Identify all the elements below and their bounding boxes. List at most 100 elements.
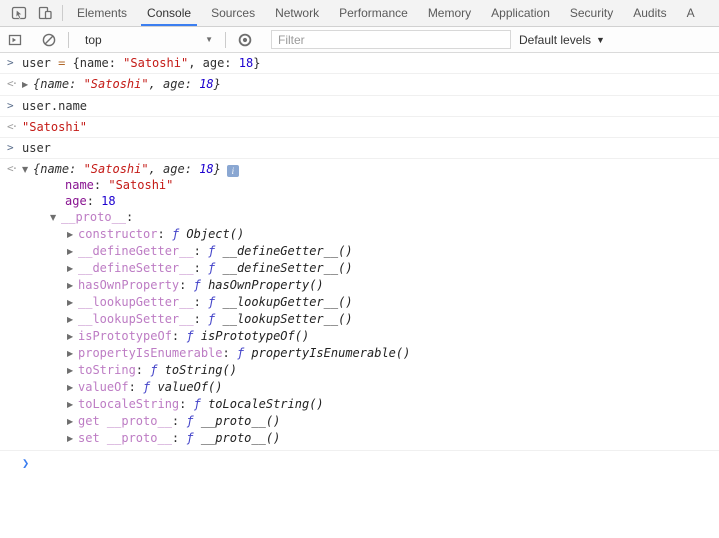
console-token: : [223,346,237,360]
toolbar-separator [68,32,69,48]
toolbar-separator [225,32,226,48]
chevron-down-icon: ▼ [596,35,605,45]
console-token: __defineGetter__() [223,244,353,258]
console-token: : [94,178,108,192]
filter-input[interactable] [271,30,511,49]
console-result-entry: <· ▼{name: "Satoshi", age: 18}iname: "Sat… [0,159,719,451]
console-token: , age: [188,56,239,70]
console-token: "Satoshi" [84,162,149,176]
tab-sources[interactable]: Sources [201,0,265,26]
console-token: : [194,244,208,258]
live-expression-eye-icon[interactable] [232,28,258,52]
property-row: ▶constructor: ƒ Object() [22,226,711,243]
disclosure-triangle-icon[interactable]: ▶ [67,346,76,362]
console-token: name [65,178,94,192]
expanded-object-header: ▼{name: "Satoshi", age: 18}i [22,162,711,177]
console-token: __proto__ [61,210,126,224]
disclosure-triangle-icon[interactable]: ▶ [67,397,76,413]
console-token: : [126,210,133,224]
object-preview: "Satoshi" [22,120,87,134]
console-token: propertyIsEnumerable [78,346,223,360]
console-token: __lookupGetter__() [223,295,353,309]
console-toolbar: top ▼ Default levels ▼ [0,27,719,53]
tab-elements[interactable]: Elements [67,0,137,26]
disclosure-triangle-icon[interactable]: ▶ [67,312,76,328]
console-token: ƒ [194,397,208,411]
console-token: : [87,194,101,208]
input-chevron-icon: > [7,99,14,113]
console-token: 18 [199,162,213,176]
console-token: Object() [186,227,244,241]
disclosure-triangle-icon[interactable]: ▶ [67,329,76,345]
property-row: ▶hasOwnProperty: ƒ hasOwnProperty() [22,277,711,294]
result-chevron-icon: <· [7,77,16,91]
context-selector[interactable]: top ▼ [79,33,219,47]
console-token: hasOwnProperty [78,278,179,292]
clear-console-icon[interactable] [36,28,62,52]
disclosure-triangle-icon[interactable]: ▶ [67,295,76,311]
console-token: ƒ [186,414,200,428]
tab-application[interactable]: Application [481,0,560,26]
disclosure-triangle-icon[interactable]: ▶ [67,261,76,277]
console-token: __lookupSetter__ [78,312,194,326]
console-token: user [22,141,51,155]
property-row: name: "Satoshi" [22,177,711,193]
tab-memory[interactable]: Memory [418,0,481,26]
console-token: {name: [33,162,84,176]
console-sidebar-icon[interactable] [2,28,28,52]
tab-security[interactable]: Security [560,0,623,26]
input-chevron-icon: > [7,141,14,155]
console-prompt[interactable]: ❯ [0,451,719,475]
disclosure-triangle-icon[interactable]: ▶ [22,78,31,92]
devtools-tabbar: ElementsConsoleSourcesNetworkPerformance… [0,0,719,27]
prompt-chevron-icon: ❯ [22,456,29,470]
log-levels-dropdown[interactable]: Default levels ▼ [519,33,605,47]
inspect-icon[interactable] [6,1,32,25]
disclosure-triangle-icon[interactable]: ▶ [67,431,76,447]
console-token: propertyIsEnumerable() [251,346,410,360]
console-token: ƒ [208,244,222,258]
disclosure-triangle-icon[interactable]: ▶ [67,244,76,260]
disclosure-triangle-icon[interactable]: ▼ [50,210,59,226]
property-row: ▶set __proto__: ƒ __proto__() [22,430,711,447]
console-token: __defineSetter__ [78,261,194,275]
console-input-entry: >user = {name: "Satoshi", age: 18} [0,53,719,74]
property-row: ▶__lookupGetter__: ƒ __lookupGetter__() [22,294,711,311]
disclosure-triangle-icon[interactable]: ▶ [67,278,76,294]
console-token: hasOwnProperty() [208,278,324,292]
console-token: {name: [65,56,123,70]
console-token: __lookupGetter__ [78,295,194,309]
console-token: toLocaleString [78,397,179,411]
console-token: {name: [33,77,84,91]
console-token: ƒ [208,312,222,326]
tabbar-separator [62,5,63,21]
console-token: valueOf [78,380,129,394]
tabs-strip: ElementsConsoleSourcesNetworkPerformance… [67,0,719,26]
disclosure-triangle-icon[interactable]: ▶ [67,414,76,430]
tab-network[interactable]: Network [265,0,329,26]
tab-performance[interactable]: Performance [329,0,418,26]
result-chevron-icon: <· [7,162,16,176]
console-token: ƒ [237,346,251,360]
console-token: set __proto__ [78,431,172,445]
property-row: ▶propertyIsEnumerable: ƒ propertyIsEnume… [22,345,711,362]
console-token: isPrototypeOf [78,329,172,343]
property-row: ▼__proto__: [22,209,711,226]
tabbar-icons [0,0,58,26]
tab-console[interactable]: Console [137,0,201,26]
input-chevron-icon: > [7,56,14,70]
device-toolbar-icon[interactable] [32,1,58,25]
tab-cutoff[interactable]: A [677,0,705,26]
console-token: : [172,414,186,428]
console-token: 18 [199,77,213,91]
disclosure-triangle-icon[interactable]: ▶ [67,363,76,379]
disclosure-triangle-icon[interactable]: ▶ [67,227,76,243]
console-token: 18 [239,56,253,70]
console-token: toLocaleString() [208,397,324,411]
console-token: user [22,56,58,70]
console-messages: >user = {name: "Satoshi", age: 18}<·▶{na… [0,53,719,475]
disclosure-triangle-icon[interactable]: ▼ [22,163,31,177]
tab-audits[interactable]: Audits [623,0,676,26]
disclosure-triangle-icon[interactable]: ▶ [67,380,76,396]
property-row: ▶get __proto__: ƒ __proto__() [22,413,711,430]
